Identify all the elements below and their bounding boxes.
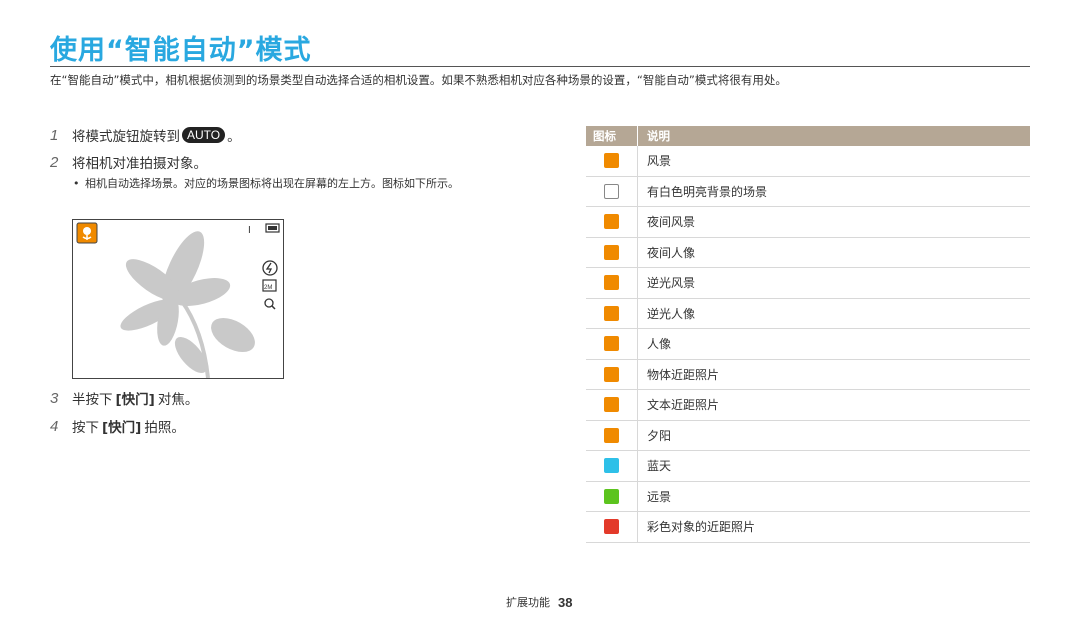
row-label: 物体近距照片 <box>647 367 720 382</box>
icon-cell <box>586 207 638 237</box>
row-label: 逆光风景 <box>647 276 696 291</box>
icon-cell <box>586 329 638 359</box>
backlight-portrait-icon <box>604 305 619 321</box>
image-size-icon: 2M <box>262 279 277 292</box>
auto-mode-badge: AUTO <box>182 127 226 143</box>
icon-cell <box>586 512 638 542</box>
row-label: 文本近距照片 <box>647 398 720 413</box>
flash-icon <box>262 260 278 276</box>
row-label: 彩色对象的近距照片 <box>647 520 756 535</box>
page-footer: 扩展功能 38 <box>506 594 572 610</box>
icon-cell <box>586 298 638 328</box>
white-background-icon <box>604 183 619 199</box>
table-row: 夜间风景 <box>586 207 1030 238</box>
night-landscape-icon <box>604 214 619 230</box>
natural-green-icon <box>604 488 619 504</box>
battery-icon <box>265 223 280 233</box>
backlight-landscape-icon <box>604 275 619 291</box>
header-description: 说明 <box>647 129 670 143</box>
intro-text: 在“智能自动”模式中，相机根据侦测到的场景类型自动选择合适的相机设置。如果不熟悉… <box>50 73 787 87</box>
svg-text:2M: 2M <box>264 285 272 291</box>
macro-icon <box>604 366 619 382</box>
table-row: 蓝天 <box>586 451 1030 482</box>
row-label: 蓝天 <box>647 459 672 474</box>
camera-screen-illustration: I 2M <box>72 219 284 379</box>
step-number: 2 <box>50 153 59 171</box>
step-number: 4 <box>50 417 59 435</box>
step-text-end: 。 <box>227 129 241 145</box>
bullet-text: 相机自动选择场景。对应的场景图标将出现在屏幕的左上方。图标如下所示。 <box>85 177 459 190</box>
step-3: 3 半按下 [快门] 对焦。 <box>50 388 199 409</box>
landscape-icon <box>604 153 619 169</box>
icon-cell <box>586 481 638 511</box>
table-row: 物体近距照片 <box>586 359 1030 390</box>
table-row: 夜间人像 <box>586 237 1030 268</box>
table-row: 文本近距照片 <box>586 390 1030 421</box>
shutter-key-label: [快门] <box>115 392 155 408</box>
page-number: 38 <box>558 594 573 610</box>
table-row: 有白色明亮背景的场景 <box>586 176 1030 207</box>
table-row: 人像 <box>586 329 1030 360</box>
step-text-end: 对焦。 <box>157 392 199 408</box>
zoom-icon <box>264 298 276 310</box>
icon-cell <box>586 390 638 420</box>
table-row: 远景 <box>586 481 1030 512</box>
bullet-mark: • <box>73 177 80 190</box>
footer-section: 扩展功能 <box>506 596 550 609</box>
sunset-icon <box>604 427 619 443</box>
scene-icon-table: 图标 说明 风景有白色明亮背景的场景 夜间风景夜间人像逆光风景逆光人像人像物体近距… <box>586 126 1030 543</box>
row-label: 夕阳 <box>647 428 672 443</box>
shutter-key-label: [快门] <box>102 420 142 436</box>
row-label: 逆光人像 <box>647 306 696 321</box>
header-icon: 图标 <box>586 126 638 146</box>
row-label: 有白色明亮背景的场景 <box>647 184 768 199</box>
icon-cell <box>586 146 638 176</box>
row-label: 风景 <box>647 154 672 169</box>
row-label: 夜间风景 <box>647 215 696 230</box>
blue-sky-icon <box>604 458 619 474</box>
indicator-text: I <box>248 225 251 236</box>
row-label: 远景 <box>647 489 672 504</box>
text-macro-icon <box>604 397 619 413</box>
icon-cell <box>586 237 638 267</box>
step-number: 3 <box>50 389 59 407</box>
step-4: 4 按下 [快门] 拍照。 <box>50 416 185 437</box>
step-text: 将模式旋钮旋转到 <box>72 129 180 145</box>
page-title: 使用“智能自动”模式 <box>50 35 312 66</box>
icon-cell <box>586 268 638 298</box>
table-row: 夕阳 <box>586 420 1030 451</box>
macro-scene-icon <box>76 222 98 244</box>
flower-scene-image: I 2M <box>76 222 280 379</box>
icon-cell <box>586 176 638 206</box>
table-row: 风景 <box>586 146 1030 177</box>
title-divider <box>50 66 1030 67</box>
icon-cell <box>586 451 638 481</box>
row-label: 人像 <box>647 337 672 352</box>
table-row: 彩色对象的近距照片 <box>586 512 1030 543</box>
macro-color-icon <box>604 519 619 535</box>
table-header: 图标 说明 <box>586 126 1030 146</box>
step-1: 1 将模式旋钮旋转到 AUTO 。 <box>50 125 241 146</box>
icon-cell <box>586 420 638 450</box>
portrait-icon <box>604 336 619 352</box>
step-number: 1 <box>50 126 59 144</box>
row-label: 夜间人像 <box>647 245 696 260</box>
step-text: 半按下 <box>72 392 113 408</box>
step-text: 按下 <box>72 420 99 436</box>
night-portrait-icon <box>604 244 619 260</box>
step-text-end: 拍照。 <box>144 420 185 436</box>
step-text: 将相机对准拍摄对象。 <box>72 156 207 172</box>
table-row: 逆光人像 <box>586 298 1030 329</box>
icon-cell <box>586 359 638 389</box>
step-2-note: • 相机自动选择场景。对应的场景图标将出现在屏幕的左上方。图标如下所示。 <box>73 176 513 191</box>
table-row: 逆光风景 <box>586 268 1030 299</box>
step-2: 2 将相机对准拍摄对象。 <box>50 152 207 173</box>
